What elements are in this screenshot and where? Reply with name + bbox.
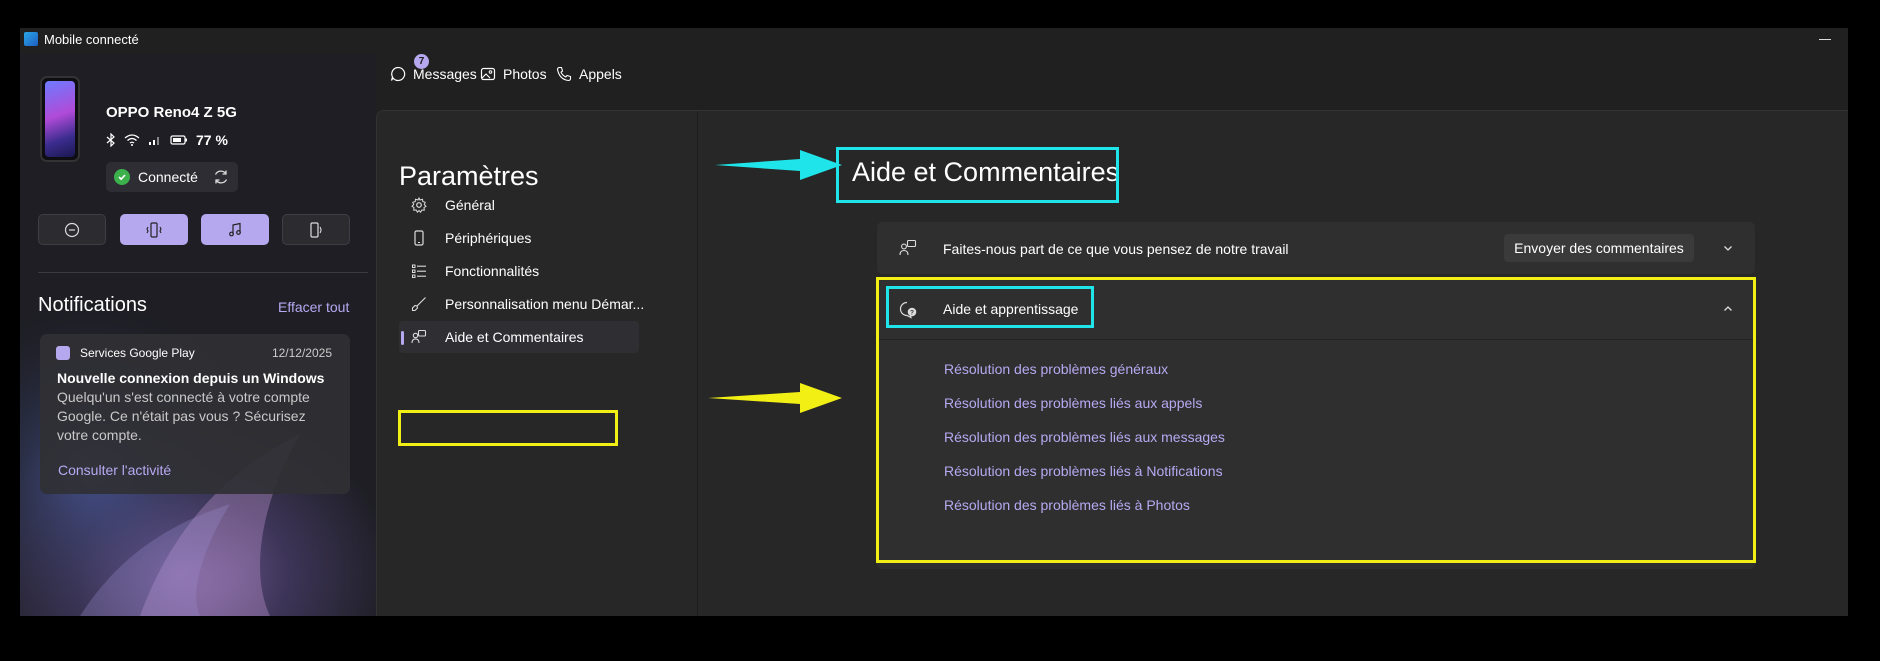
phone-call-icon — [556, 66, 572, 82]
do-not-disturb-button[interactable] — [38, 214, 106, 245]
tab-calls[interactable]: Appels — [556, 66, 622, 82]
feedback-label: Faites-nous part de ce que vous pensez d… — [943, 241, 1289, 257]
notifications-heading: Notifications — [38, 294, 147, 316]
brush-icon — [411, 297, 426, 312]
nav-item-label: Fonctionnalités — [445, 263, 540, 279]
title-bar: Mobile connecté — [20, 28, 1848, 54]
music-button[interactable] — [201, 214, 269, 245]
nav-item-start-menu[interactable]: Personnalisation menu Démar... — [399, 288, 644, 320]
battery-icon — [170, 135, 187, 145]
window-title: Mobile connecté — [44, 32, 139, 47]
app-logo-icon — [24, 32, 38, 46]
nav-item-label: Périphériques — [445, 230, 532, 246]
do-not-disturb-icon — [64, 222, 80, 237]
vibrate-button[interactable] — [120, 214, 188, 245]
settings-title: Paramètres — [399, 161, 539, 191]
notification-card[interactable]: Services Google Play 12/12/2025 Nouvelle… — [40, 334, 350, 494]
gear-icon — [411, 197, 427, 213]
nav-item-features[interactable]: Fonctionnalités — [399, 255, 639, 287]
divider — [38, 272, 368, 273]
refresh-icon[interactable] — [212, 168, 230, 186]
photo-icon — [480, 67, 496, 81]
audio-device-button[interactable] — [282, 214, 350, 245]
device-name: OPPO Reno4 Z 5G — [106, 104, 237, 121]
device-panel: OPPO Reno4 Z 5G 77 % Connecté Notificati… — [20, 54, 376, 616]
nav-item-help-feedback[interactable]: Aide et Commentaires — [399, 321, 639, 353]
notification-title: Nouvelle connexion depuis un Windows — [57, 370, 325, 386]
selection-indicator — [401, 331, 404, 345]
nav-item-label: Personnalisation menu Démar... — [445, 296, 645, 312]
clear-all-link[interactable]: Effacer tout — [278, 299, 349, 315]
tab-label: Appels — [579, 66, 622, 82]
annotation-highlight-help-header — [886, 286, 1094, 328]
device-status-row: 77 % — [106, 132, 228, 148]
connection-status: Connecté — [106, 162, 238, 192]
phone-icon — [414, 230, 424, 246]
annotation-highlight-nav — [398, 410, 618, 446]
audio-device-icon — [310, 221, 322, 238]
battery-level: 77 % — [196, 132, 228, 148]
google-play-services-icon — [56, 346, 70, 360]
settings-nav: Paramètres Général Périphériques Fonctio… — [377, 111, 698, 616]
check-icon — [114, 169, 130, 185]
annotation-highlight-title — [836, 147, 1119, 203]
vibrate-icon — [146, 221, 162, 238]
signal-icon — [149, 137, 159, 145]
send-feedback-button[interactable]: Envoyer des commentaires — [1504, 234, 1694, 262]
tab-photos[interactable]: Photos — [480, 66, 547, 82]
messages-badge: 7 — [414, 54, 429, 69]
minimize-button[interactable] — [1816, 30, 1834, 48]
list-icon — [412, 264, 426, 278]
annotation-arrow-cyan — [715, 150, 842, 180]
nav-item-general[interactable]: Général — [399, 189, 639, 221]
feedback-section[interactable]: Faites-nous part de ce que vous pensez d… — [877, 222, 1755, 274]
connection-label: Connecté — [138, 169, 198, 185]
bluetooth-icon — [106, 133, 115, 147]
notification-action-link[interactable]: Consulter l'activité — [58, 462, 171, 478]
annotation-arrow-yellow — [708, 383, 842, 413]
nav-item-devices[interactable]: Périphériques — [399, 222, 639, 254]
nav-item-label: Général — [445, 197, 495, 213]
chat-icon — [390, 66, 406, 82]
feedback-icon — [411, 329, 427, 344]
notification-date: 12/12/2025 — [271, 346, 332, 360]
chevron-down-icon[interactable] — [1722, 242, 1734, 254]
wifi-icon — [124, 134, 140, 146]
tab-label: Photos — [503, 66, 547, 82]
notification-app-name: Services Google Play — [80, 346, 195, 360]
settings-panel: Paramètres Général Périphériques Fonctio… — [376, 110, 1848, 616]
tab-messages[interactable]: 7 Messages — [390, 54, 477, 82]
feedback-icon — [899, 239, 917, 256]
music-icon — [229, 222, 241, 236]
nav-item-label: Aide et Commentaires — [445, 329, 584, 345]
main-tabs: 7 Messages Photos Appels — [376, 54, 976, 114]
notification-body: Quelqu'un s'est connecté à votre compte … — [57, 389, 310, 443]
phone-image — [40, 76, 80, 162]
app-window: Mobile connecté OPPO Reno4 Z 5G 77 % Con… — [20, 28, 1848, 616]
